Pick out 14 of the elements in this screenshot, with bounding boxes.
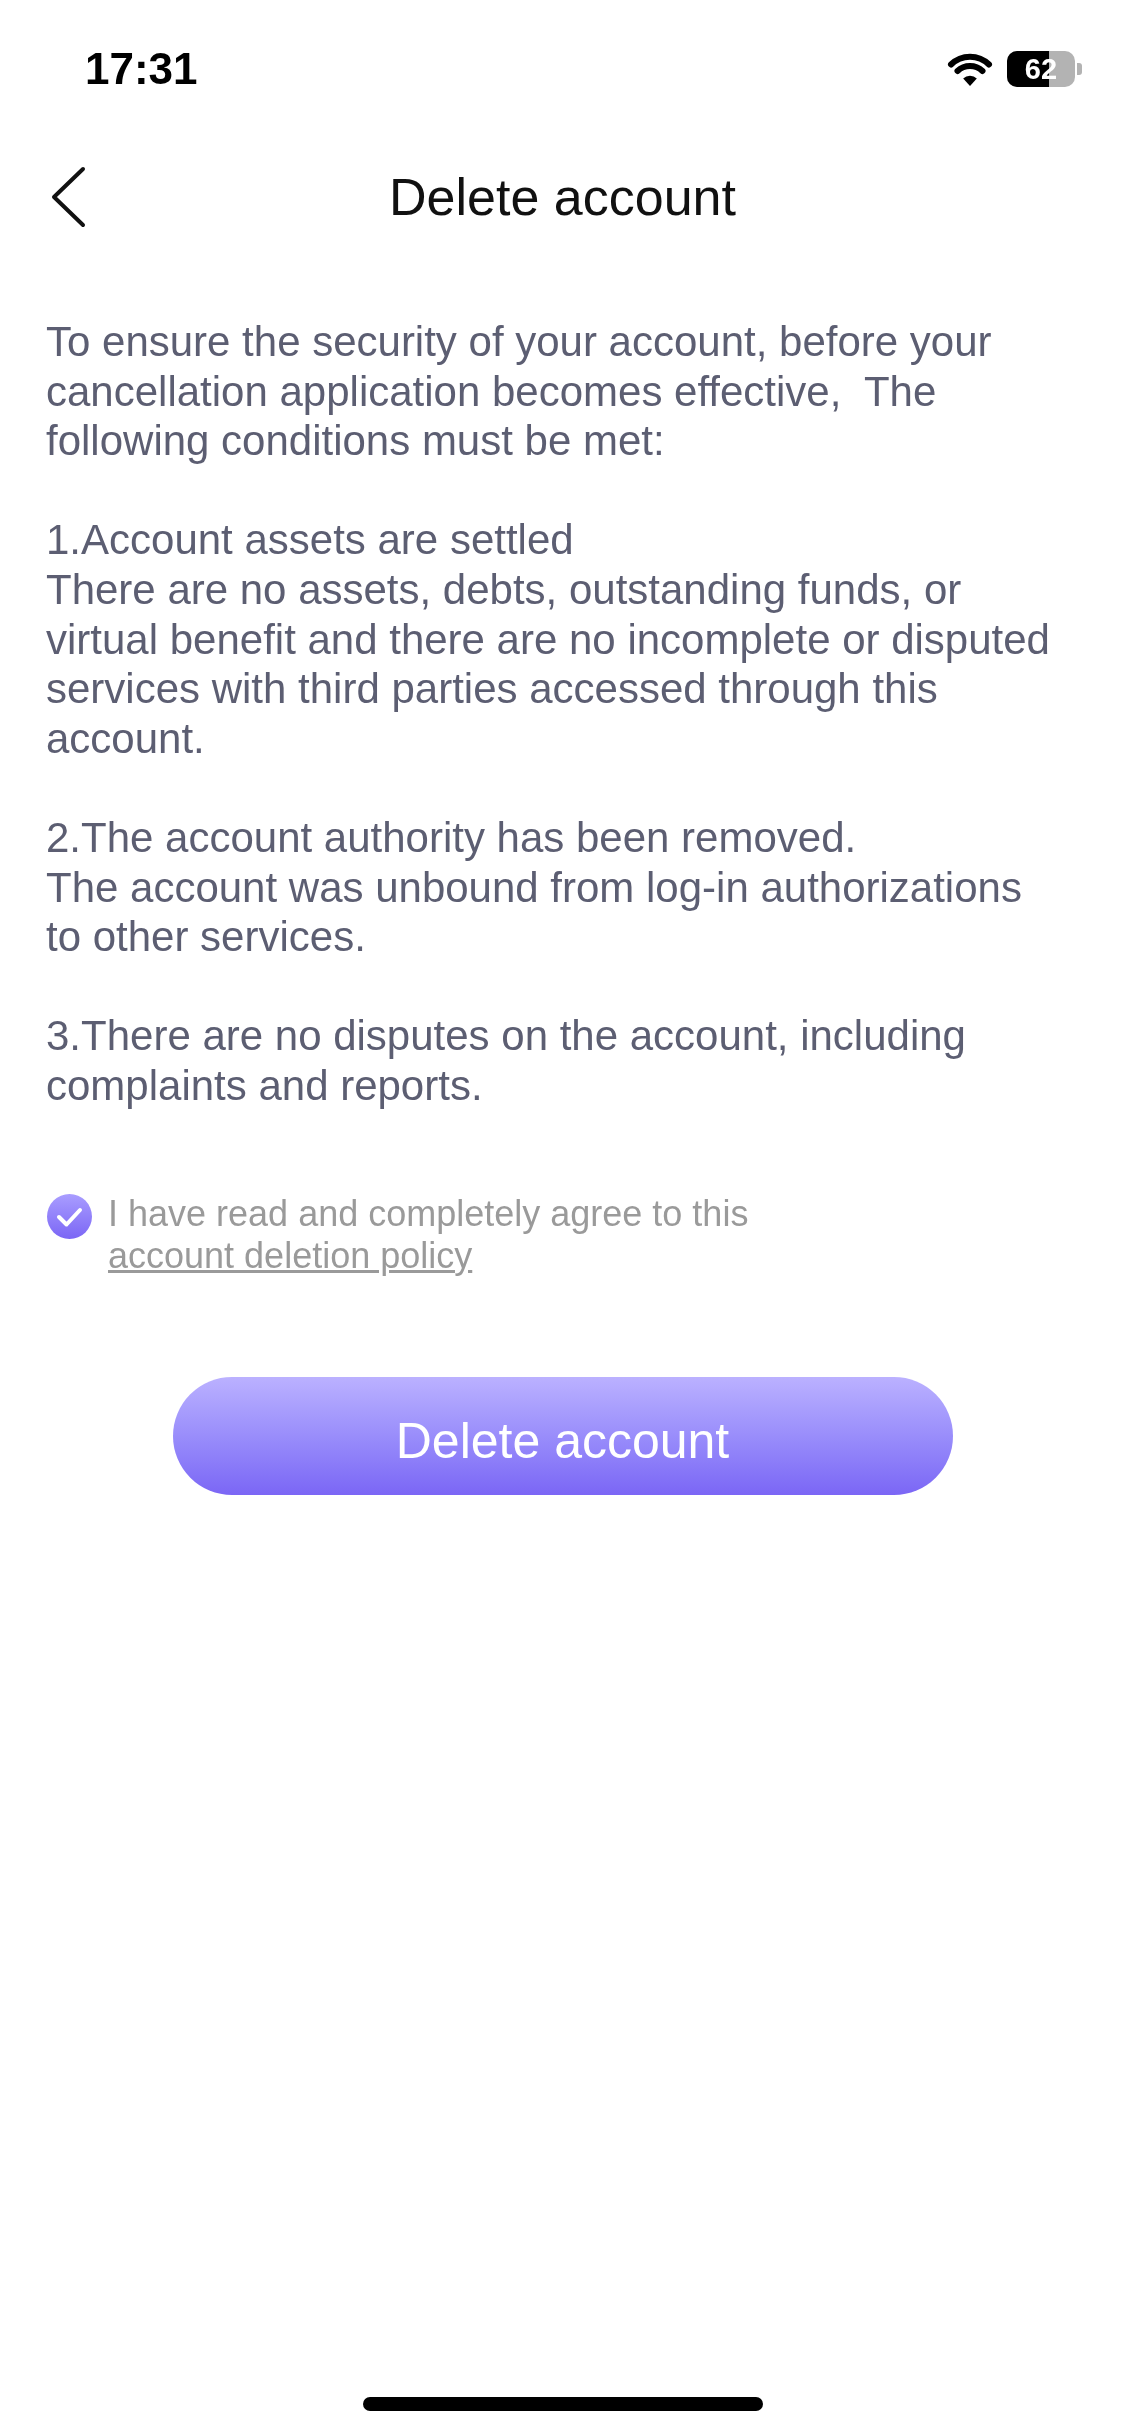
wifi-icon (947, 52, 993, 86)
condition-description: There are no assets, debts, outstanding funds, or virtual benefit and there are no incomplete or disputed services with third parties accessed through this account. (46, 564, 1051, 764)
condition-title: 2.The account authority has been removed. (46, 812, 858, 863)
agreement-text: I have read and completely agree to this account deletion policy (108, 1192, 750, 1277)
intro-text: To ensure the security of your account, before your cancellation application becomes effective, The following conditions must be met: (46, 317, 993, 466)
delete-account-button[interactable]: Delete account (172, 1376, 953, 1495)
policy-link[interactable]: account deletion policy (108, 1234, 473, 1276)
status-time: 17:31 (85, 47, 198, 91)
checkbox[interactable] (47, 1193, 92, 1239)
page-title: Delete account (389, 171, 736, 223)
back-icon[interactable] (50, 166, 86, 228)
condition-description: The account was unbound from log-in authorizations to other services. (46, 862, 1023, 962)
condition-title: 1.Account assets are settled (46, 515, 575, 565)
condition-title: 3.There are no disputes on the account, including complaints and reports. (46, 1011, 967, 1111)
